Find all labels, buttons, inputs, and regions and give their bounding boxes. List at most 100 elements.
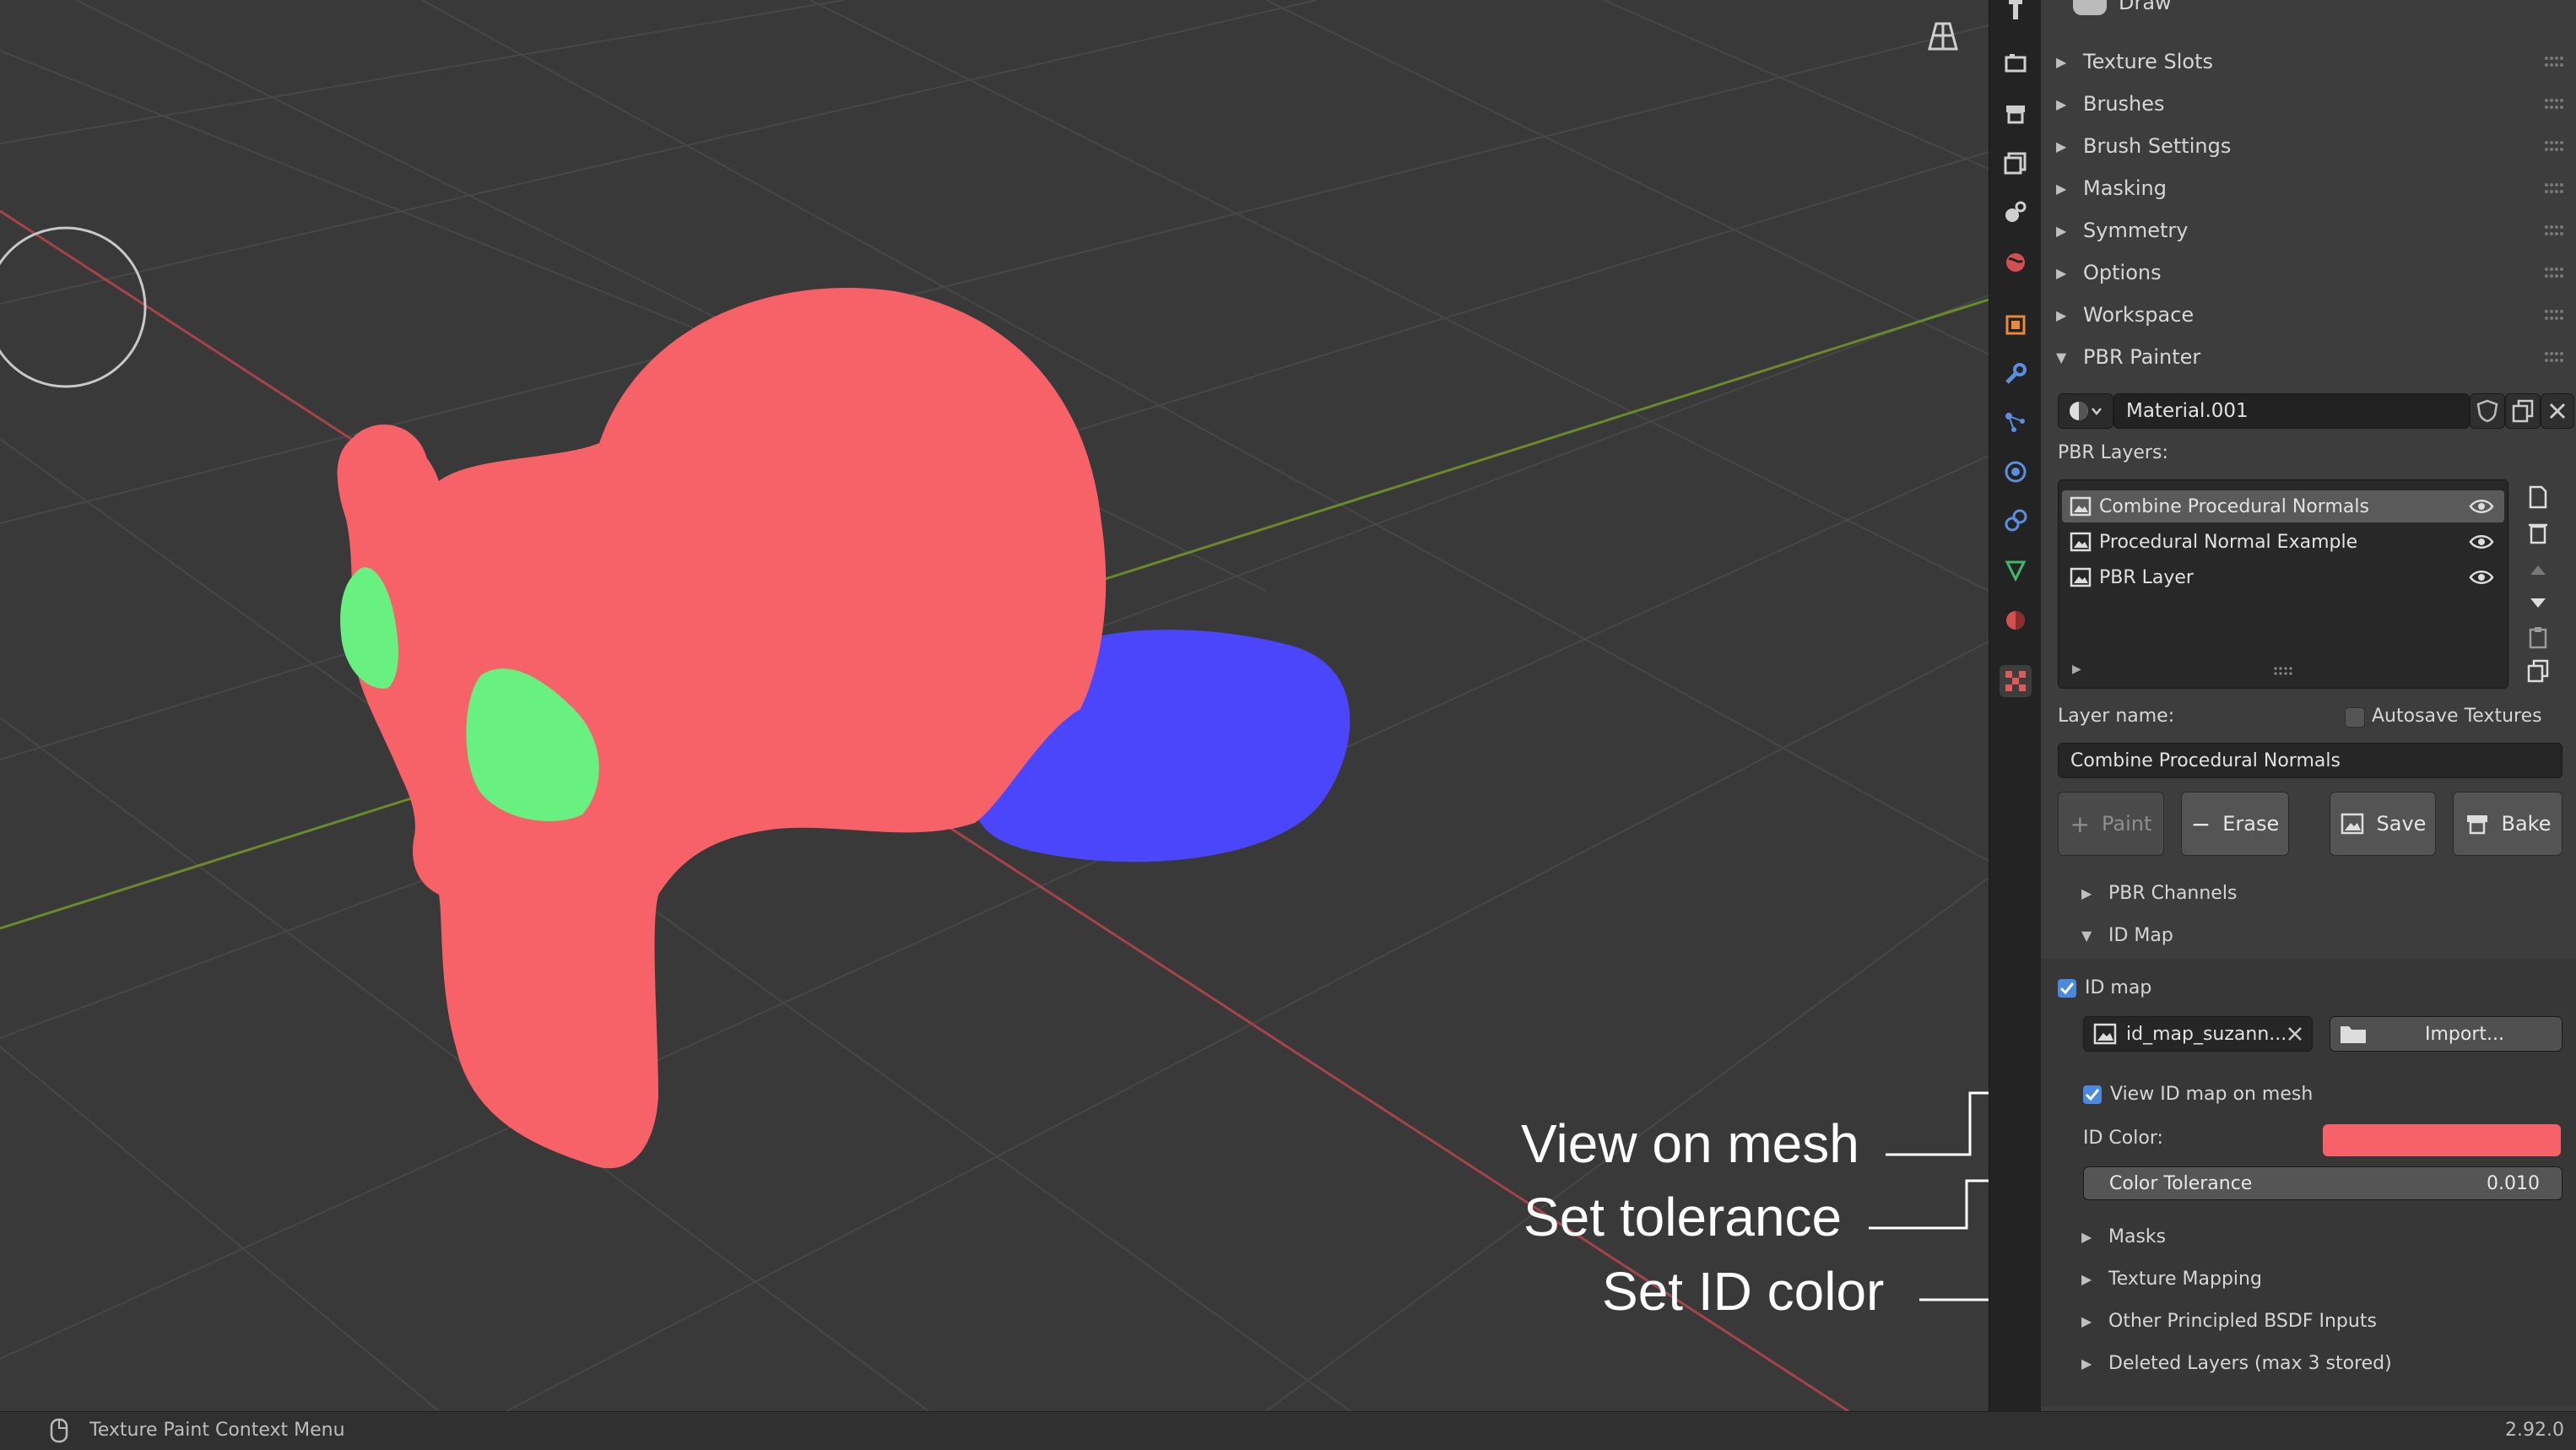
id-map-checkbox[interactable] xyxy=(2058,979,2076,998)
eye-icon[interactable] xyxy=(2469,533,2494,550)
status-context-menu: Texture Paint Context Menu xyxy=(89,1420,345,1441)
section-masking[interactable]: ▶ Masking xyxy=(2041,167,2576,209)
world-icon[interactable] xyxy=(2000,246,2032,279)
physics-icon[interactable] xyxy=(2000,456,2032,488)
section-label: Symmetry xyxy=(2083,219,2189,242)
material-browse-button[interactable] xyxy=(2058,393,2113,429)
drag-grip-icon[interactable] xyxy=(2544,98,2564,110)
drag-grip-icon[interactable] xyxy=(2544,309,2564,321)
arrow-down-icon xyxy=(2530,598,2546,608)
close-icon[interactable] xyxy=(2286,1025,2303,1042)
output-icon[interactable] xyxy=(2000,98,2032,130)
minus-icon: − xyxy=(2190,809,2211,838)
tolerance-label: Color Tolerance xyxy=(2109,1172,2253,1194)
add-layer-button[interactable] xyxy=(2525,484,2551,510)
panel-header-partial: Draw xyxy=(2041,0,2576,24)
subsection-deleted-layers[interactable]: ▶ Deleted Layers (max 3 stored) xyxy=(2041,1344,2576,1382)
subsection-texture-mapping[interactable]: ▶ Texture Mapping xyxy=(2041,1259,2576,1298)
subsection-label: Deleted Layers (max 3 stored) xyxy=(2108,1352,2392,1374)
id-color-swatch[interactable] xyxy=(2323,1124,2561,1156)
view-layer-icon[interactable] xyxy=(2000,147,2032,179)
import-label: Import... xyxy=(2425,1023,2504,1045)
erase-button[interactable]: − Erase xyxy=(2181,792,2289,856)
bake-button[interactable]: Bake xyxy=(2453,792,2562,856)
section-pbr-painter[interactable]: ▼ PBR Painter xyxy=(2041,336,2576,378)
duplicate-material-button[interactable] xyxy=(2505,393,2541,429)
section-label: Workspace xyxy=(2083,303,2194,327)
drag-grip-icon[interactable] xyxy=(2544,56,2564,68)
mouse-right-click-icon xyxy=(50,1418,68,1443)
layer-name-value: Combine Procedural Normals xyxy=(2070,749,2341,771)
layer-name: Combine Procedural Normals xyxy=(2099,495,2369,517)
duplicate-layer-button[interactable] xyxy=(2525,658,2551,684)
subsection-id-map[interactable]: ▼ ID Map xyxy=(2041,916,2576,955)
paste-layer-button[interactable] xyxy=(2525,625,2551,650)
modifier-icon[interactable] xyxy=(2000,358,2032,390)
collapsed-arrow-icon: ▶ xyxy=(2056,222,2067,239)
section-symmetry[interactable]: ▶ Symmetry xyxy=(2041,209,2576,252)
eye-icon[interactable] xyxy=(2469,569,2494,586)
move-layer-up-button[interactable] xyxy=(2525,557,2551,582)
tool-icon[interactable] xyxy=(2000,0,2032,25)
folder-icon xyxy=(2341,1026,2366,1043)
properties-panel: Draw ▶ Texture Slots ▶ Brushes ▶ Brush Sett… xyxy=(2041,0,2576,1411)
autosave-label: Autosave Textures xyxy=(2372,706,2542,727)
color-tolerance-slider[interactable]: Color Tolerance 0.010 xyxy=(2083,1166,2562,1200)
object-icon[interactable] xyxy=(2000,309,2032,341)
render-icon[interactable] xyxy=(2000,47,2032,79)
layer-name-field[interactable]: Combine Procedural Normals xyxy=(2058,743,2562,778)
data-icon[interactable] xyxy=(2000,554,2032,586)
scene-icon[interactable] xyxy=(2000,196,2032,228)
delete-layer-button[interactable] xyxy=(2525,520,2551,545)
autosave-checkbox[interactable] xyxy=(2345,707,2365,728)
section-brushes[interactable]: ▶ Brushes xyxy=(2041,83,2576,125)
fake-user-button[interactable] xyxy=(2470,393,2505,429)
list-resize-grip-icon[interactable] xyxy=(2273,666,2293,676)
section-brush-settings[interactable]: ▶ Brush Settings xyxy=(2041,125,2576,167)
subsection-other-bsdf-inputs[interactable]: ▶ Other Principled BSDF Inputs xyxy=(2041,1301,2576,1340)
section-options[interactable]: ▶ Options xyxy=(2041,252,2576,294)
paint-button[interactable]: + Paint xyxy=(2058,792,2164,856)
material-name-field[interactable]: Material.001 xyxy=(2113,393,2470,429)
bake-label: Bake xyxy=(2501,812,2552,836)
checkmark-icon xyxy=(2085,1089,2100,1101)
view-id-map-checkbox[interactable] xyxy=(2083,1085,2102,1104)
move-layer-down-button[interactable] xyxy=(2525,591,2551,616)
list-item[interactable]: Combine Procedural Normals xyxy=(2062,490,2504,522)
drag-grip-icon[interactable] xyxy=(2544,267,2564,279)
eye-icon[interactable] xyxy=(2469,498,2494,515)
new-file-icon xyxy=(2529,485,2547,509)
particles-icon[interactable] xyxy=(2000,407,2032,439)
collapsed-arrow-icon: ▶ xyxy=(2081,885,2092,901)
subsection-label: Texture Mapping xyxy=(2108,1268,2262,1290)
paint-label: Paint xyxy=(2102,812,2152,836)
section-texture-slots[interactable]: ▶ Texture Slots xyxy=(2041,41,2576,83)
list-item[interactable]: PBR Layer xyxy=(2062,561,2504,593)
brush-thumb-icon xyxy=(2073,0,2107,15)
drag-grip-icon[interactable] xyxy=(2544,225,2564,236)
save-label: Save xyxy=(2376,812,2427,836)
constraints-icon[interactable] xyxy=(2000,505,2032,537)
list-filter-toggle-icon[interactable]: ▶ xyxy=(2072,663,2081,676)
unlink-material-button[interactable] xyxy=(2541,393,2574,429)
shield-icon xyxy=(2476,399,2498,423)
drag-grip-icon[interactable] xyxy=(2544,182,2564,194)
subsection-masks[interactable]: ▶ Masks xyxy=(2041,1217,2576,1256)
panel-header-label: Draw xyxy=(2119,0,2172,14)
image-icon xyxy=(2070,532,2092,552)
save-button[interactable]: Save xyxy=(2330,792,2436,856)
subsection-pbr-channels[interactable]: ▶ PBR Channels xyxy=(2041,874,2576,912)
list-item[interactable]: Procedural Normal Example xyxy=(2062,526,2504,558)
import-button[interactable]: Import... xyxy=(2330,1016,2562,1052)
collapsed-arrow-icon: ▶ xyxy=(2056,264,2067,281)
material-icon[interactable] xyxy=(2000,604,2032,636)
section-workspace[interactable]: ▶ Workspace xyxy=(2041,294,2576,336)
collapsed-arrow-icon: ▶ xyxy=(2056,180,2067,197)
drag-grip-icon[interactable] xyxy=(2544,140,2564,152)
pbr-layers-label: PBR Layers: xyxy=(2058,442,2168,463)
drag-grip-icon[interactable] xyxy=(2544,351,2564,363)
pbr-layer-list[interactable]: Combine Procedural Normals Procedural No… xyxy=(2058,479,2508,689)
texture-icon[interactable] xyxy=(2000,665,2032,697)
layer-name: PBR Layer xyxy=(2099,566,2194,588)
id-map-image-field[interactable]: id_map_suzann... xyxy=(2083,1016,2313,1052)
